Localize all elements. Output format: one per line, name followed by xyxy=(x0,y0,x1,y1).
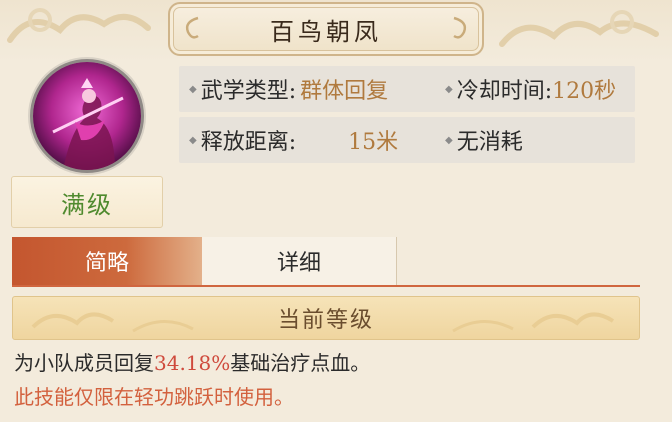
usage-restriction-note: 此技能仅限在轻功跳跃时使用。 xyxy=(14,385,294,409)
diamond-bullet-icon: ◆ xyxy=(189,134,197,146)
skill-type-label: 武学类型: xyxy=(200,79,297,104)
effect-suffix: 基础治疗点血。 xyxy=(230,351,371,375)
cooldown-value: 120秒 xyxy=(552,79,617,104)
scroll-ornament-right-icon xyxy=(453,16,467,39)
range-label: 释放距离: xyxy=(200,130,297,155)
current-level-title: 当前等级 xyxy=(277,308,374,333)
range-field: ◆ 释放距离: 15米 xyxy=(189,117,398,163)
effect-description: 为小队成员回复34.18%基础治疗点血。 xyxy=(14,347,370,376)
skill-name: 百鸟朝凤 xyxy=(270,17,382,46)
level-badge: 满级 xyxy=(11,176,163,228)
skill-type-value: 群体回复 xyxy=(300,79,389,104)
current-level-banner: 当前等级 xyxy=(12,296,640,340)
tab-brief[interactable]: 简略 xyxy=(12,237,202,285)
cooldown-label: 冷却时间: xyxy=(456,79,553,104)
cooldown-field: ◆ 冷却时间: 120秒 xyxy=(445,66,616,112)
diamond-bullet-icon: ◆ xyxy=(189,83,197,95)
range-value: 15米 xyxy=(348,130,399,155)
diamond-bullet-icon: ◆ xyxy=(445,134,453,146)
effect-value: 34.18% xyxy=(154,351,231,375)
skill-title-plate: 百鸟朝凤 xyxy=(168,2,484,56)
info-row-type-cooldown: ◆ 武学类型: 群体回复 ◆ 冷却时间: 120秒 xyxy=(179,66,635,112)
diamond-bullet-icon: ◆ xyxy=(445,83,453,95)
cloud-ornament-right-icon xyxy=(499,10,659,47)
cost-field: ◆ 无消耗 xyxy=(445,117,523,163)
dancer-figure-icon xyxy=(33,62,141,170)
skill-type-field: ◆ 武学类型: 群体回复 xyxy=(189,66,388,112)
cost-label: 无消耗 xyxy=(456,130,523,155)
scroll-ornament-left-icon xyxy=(185,16,199,39)
info-row-range-cost: ◆ 释放距离: 15米 ◆ 无消耗 xyxy=(179,117,635,163)
level-status: 满级 xyxy=(61,190,113,219)
detail-tabs: 简略 详细 xyxy=(12,237,640,287)
cloud-ornament-left-icon xyxy=(7,8,151,43)
skill-icon-avatar[interactable] xyxy=(33,62,141,170)
tab-detail[interactable]: 详细 xyxy=(202,237,397,285)
effect-prefix: 为小队成员回复 xyxy=(14,351,154,375)
